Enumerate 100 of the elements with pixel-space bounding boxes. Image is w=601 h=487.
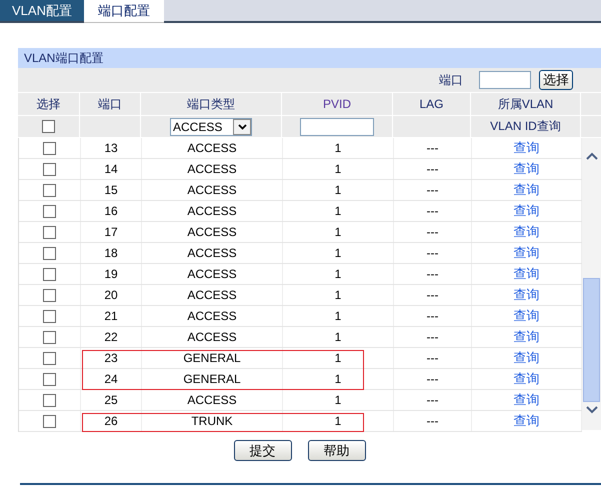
lag-value: ---: [426, 141, 438, 155]
pvid-value: 1: [334, 246, 342, 260]
checkbox[interactable]: [43, 226, 56, 238]
port-number: 26: [104, 414, 118, 428]
port-type: GENERAL: [183, 372, 241, 386]
query-link[interactable]: 查询: [514, 328, 540, 346]
query-link[interactable]: 查询: [514, 160, 540, 178]
query-link[interactable]: 查询: [514, 202, 540, 220]
query-link[interactable]: 查询: [514, 244, 540, 262]
scroll-down-icon[interactable]: [586, 406, 598, 414]
scrollbar[interactable]: [582, 138, 601, 430]
lag-value: ---: [426, 183, 438, 197]
port-label: 端口: [439, 72, 463, 88]
lag-value: ---: [426, 267, 438, 281]
port-type: ACCESS: [187, 288, 237, 302]
checkbox[interactable]: [43, 330, 56, 344]
scrollbar-thumb[interactable]: [583, 278, 600, 402]
query-link[interactable]: 查询: [514, 139, 540, 157]
port-number: 24: [104, 372, 118, 386]
port-type: ACCESS: [187, 267, 237, 281]
port-type: GENERAL: [183, 351, 241, 365]
port-number: 14: [104, 162, 118, 176]
checkbox[interactable]: [43, 268, 56, 280]
checkbox[interactable]: [43, 204, 56, 218]
port-number: 19: [104, 267, 118, 281]
vlan-id-query-label: VLAN ID查询: [490, 118, 561, 135]
lag-value: ---: [426, 204, 438, 218]
pvid-value: 1: [334, 372, 342, 386]
port-number: 13: [104, 141, 118, 155]
pvid-value: 1: [334, 225, 342, 239]
select-all-checkbox[interactable]: [42, 120, 55, 133]
lag-value: ---: [426, 372, 438, 386]
port-input[interactable]: [479, 71, 531, 89]
pvid-value: 1: [334, 330, 342, 344]
pvid-value: 1: [334, 267, 342, 281]
chevron-down-icon: [238, 124, 246, 130]
checkbox[interactable]: [43, 246, 56, 260]
checkbox[interactable]: [43, 352, 56, 364]
checkbox[interactable]: [43, 288, 56, 302]
query-link[interactable]: 查询: [514, 286, 540, 304]
pvid-value: 1: [334, 351, 342, 365]
query-link[interactable]: 查询: [514, 307, 540, 325]
port-type: ACCESS: [187, 204, 237, 218]
submit-button[interactable]: 提交: [234, 440, 292, 461]
lag-value: ---: [426, 288, 438, 302]
query-link[interactable]: 查询: [514, 349, 540, 367]
help-button[interactable]: 帮助: [308, 440, 366, 461]
pvid-value: 1: [334, 414, 342, 428]
column-header: 端口: [98, 96, 122, 112]
scroll-up-icon[interactable]: [586, 152, 598, 160]
tab[interactable]: 端口配置: [84, 0, 164, 23]
lag-value: ---: [426, 393, 438, 407]
tab[interactable]: VLAN配置: [0, 0, 84, 21]
port-number: 20: [104, 288, 118, 302]
port-type-dropdown[interactable]: ACCESS: [170, 118, 252, 136]
pvid-value: 1: [334, 162, 342, 176]
column-header: 所属VLAN: [498, 96, 554, 112]
checkbox[interactable]: [43, 142, 56, 154]
query-link[interactable]: 查询: [514, 223, 540, 241]
query-link[interactable]: 查询: [514, 265, 540, 283]
pvid-value: 1: [334, 141, 342, 155]
port-number: 16: [104, 204, 118, 218]
port-number: 25: [104, 393, 118, 407]
pvid-value: 1: [334, 204, 342, 218]
lag-value: ---: [426, 309, 438, 323]
port-type: TRUNK: [191, 414, 233, 428]
pvid-input[interactable]: [300, 118, 374, 136]
port-number: 15: [104, 183, 118, 197]
port-type: ACCESS: [187, 309, 237, 323]
port-type: ACCESS: [187, 141, 237, 155]
checkbox[interactable]: [43, 310, 56, 322]
lag-value: ---: [426, 225, 438, 239]
query-link[interactable]: 查询: [514, 391, 540, 409]
checkbox[interactable]: [43, 394, 56, 406]
port-type: ACCESS: [187, 225, 237, 239]
checkbox[interactable]: [43, 414, 56, 428]
port-type: ACCESS: [187, 183, 237, 197]
column-header: PVID: [322, 97, 351, 111]
column-header: LAG: [419, 97, 444, 111]
lag-value: ---: [426, 414, 438, 428]
query-link[interactable]: 查询: [514, 181, 540, 199]
port-type: ACCESS: [187, 330, 237, 344]
lag-value: ---: [426, 351, 438, 365]
pvid-value: 1: [334, 393, 342, 407]
checkbox[interactable]: [43, 184, 56, 196]
pvid-value: 1: [334, 309, 342, 323]
checkbox[interactable]: [43, 162, 56, 176]
select-button[interactable]: 选择: [539, 70, 573, 90]
column-header: 端口类型: [187, 96, 235, 112]
lag-value: ---: [426, 330, 438, 344]
query-link[interactable]: 查询: [514, 370, 540, 388]
query-link[interactable]: 查询: [514, 412, 540, 430]
lag-value: ---: [426, 162, 438, 176]
port-number: 22: [104, 330, 118, 344]
port-number: 17: [104, 225, 118, 239]
column-header: 选择: [36, 96, 60, 112]
lag-value: ---: [426, 246, 438, 260]
port-type: ACCESS: [187, 246, 237, 260]
checkbox[interactable]: [43, 372, 56, 386]
pvid-value: 1: [334, 183, 342, 197]
